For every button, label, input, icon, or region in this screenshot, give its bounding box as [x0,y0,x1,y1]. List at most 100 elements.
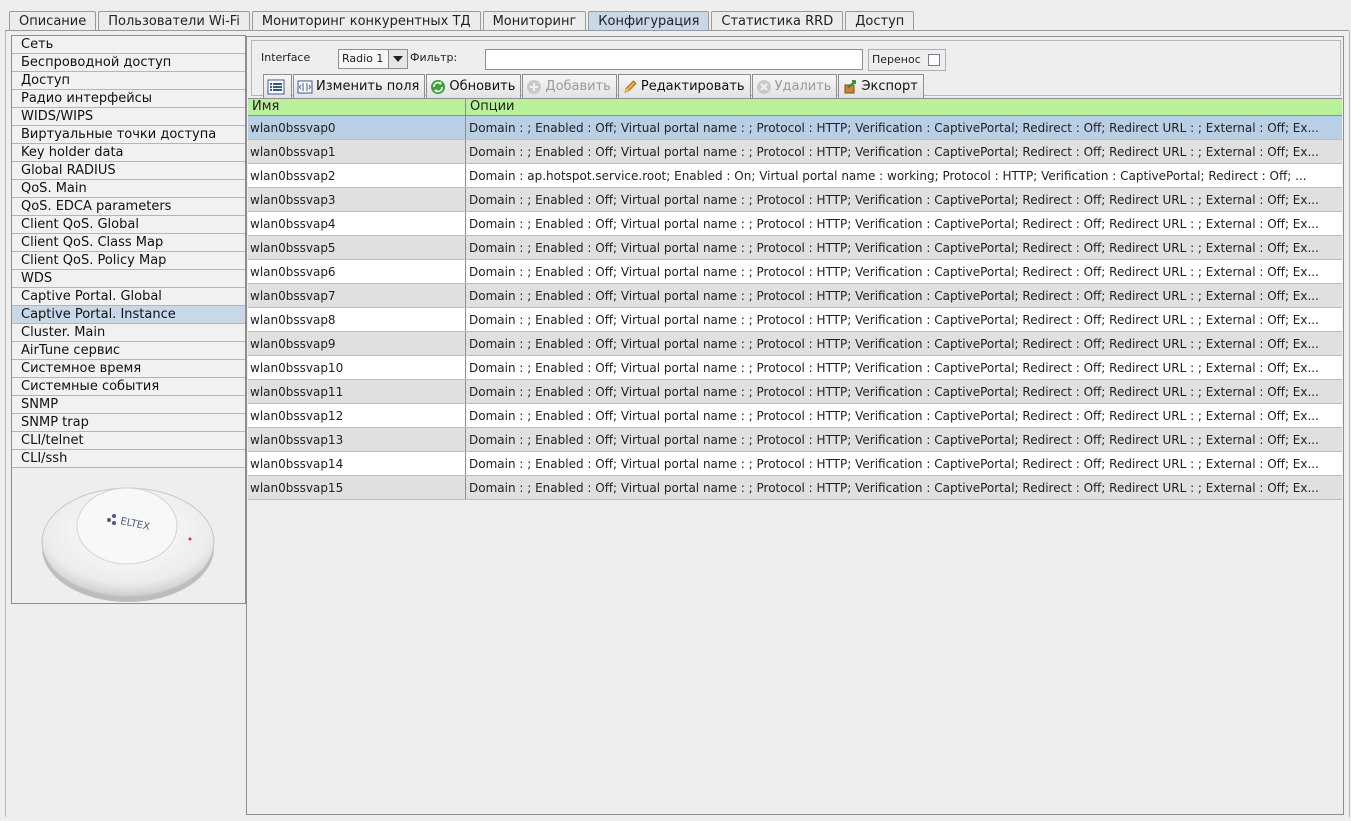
table-row[interactable]: wlan0bssvap6 Domain : ; Enabled : Off; Vi… [248,260,1342,284]
sidebar-item-wireless-access[interactable]: Беспроводной доступ [12,54,245,72]
tab-configuration[interactable]: Конфигурация [588,11,710,30]
sidebar-item-airtune[interactable]: AirTune сервис [12,342,245,360]
table-body: wlan0bssvap0 Domain : ; Enabled : Off; Vi… [248,116,1342,500]
table-header: Имя Опции [248,98,1342,116]
sidebar-item-client-qos-policy-map[interactable]: Client QoS. Policy Map [12,252,245,270]
cell-options: Domain : ; Enabled : Off; Virtual portal… [469,457,1319,471]
list-icon [267,79,285,94]
cell-name: wlan0bssvap3 [248,188,466,211]
cell-name: wlan0bssvap12 [248,404,466,427]
interface-select[interactable]: Radio 1 [338,49,408,69]
edit-fields-button[interactable]: Изменить поля [293,74,426,99]
sidebar-item-network[interactable]: Сеть [12,36,245,54]
sidebar-item-system-events[interactable]: Системные события [12,378,245,396]
sidebar-item-virtual-aps[interactable]: Виртуальные точки доступа [12,126,245,144]
tab-monitoring[interactable]: Мониторинг [482,11,587,30]
tab-rogue-ap-monitoring[interactable]: Мониторинг конкурентных ТД [251,11,481,30]
add-icon [527,79,542,94]
sidebar-item-access[interactable]: Доступ [12,72,245,90]
cell-name: wlan0bssvap0 [248,116,466,139]
cell-options: Domain : ; Enabled : Off; Virtual portal… [469,145,1319,159]
add-button[interactable]: Добавить [522,74,617,99]
table-row[interactable]: wlan0bssvap7 Domain : ; Enabled : Off; Vi… [248,284,1342,308]
sidebar-item-radio-interfaces[interactable]: Радио интерфейсы [12,90,245,108]
tab-access[interactable]: Доступ [845,11,915,30]
cell-name: wlan0bssvap7 [248,284,466,307]
cell-options: Domain : ; Enabled : Off; Virtual portal… [469,289,1319,303]
sidebar-item-captive-portal-instance[interactable]: Captive Portal. Instance [12,306,245,324]
sidebar-item-client-qos-class-map[interactable]: Client QoS. Class Map [12,234,245,252]
sidebar-item-qos-edca[interactable]: QoS. EDCA parameters [12,198,245,216]
table-row[interactable]: wlan0bssvap15 Domain : ; Enabled : Off; V… [248,476,1342,500]
table-row[interactable]: wlan0bssvap11 Domain : ; Enabled : Off; V… [248,380,1342,404]
sidebar-item-cli-ssh[interactable]: CLI/ssh [12,450,245,468]
chevron-down-icon[interactable] [388,50,407,68]
cell-name: wlan0bssvap10 [248,356,466,379]
cell-options: Domain : ; Enabled : Off; Virtual portal… [469,337,1319,351]
sidebar-item-system-time[interactable]: Системное время [12,360,245,378]
tab-description[interactable]: Описание [9,11,97,30]
sidebar-item-qos-main[interactable]: QoS. Main [12,180,245,198]
cell-options: Domain : ap.hotspot.service.root; Enable… [469,169,1307,183]
interface-select-value: Radio 1 [342,52,384,65]
table-row[interactable]: wlan0bssvap14 Domain : ; Enabled : Off; V… [248,452,1342,476]
sidebar-item-cluster-main[interactable]: Cluster. Main [12,324,245,342]
table-row[interactable]: wlan0bssvap4 Domain : ; Enabled : Off; Vi… [248,212,1342,236]
cell-name: wlan0bssvap11 [248,380,466,403]
sidebar-item-wds[interactable]: WDS [12,270,245,288]
cell-name: wlan0bssvap4 [248,212,466,235]
cell-options: Domain : ; Enabled : Off; Virtual portal… [469,265,1319,279]
wrap-checkbox[interactable] [928,54,940,66]
table-row[interactable]: wlan0bssvap1 Domain : ; Enabled : Off; Vi… [248,140,1342,164]
tab-rrd-statistics[interactable]: Статистика RRD [711,11,844,30]
table-row[interactable]: wlan0bssvap0 Domain : ; Enabled : Off; Vi… [248,116,1342,140]
column-header-name[interactable]: Имя [248,99,466,115]
column-header-options[interactable]: Опции [466,99,1342,115]
refresh-label: Обновить [449,79,516,94]
cell-name: wlan0bssvap2 [248,164,466,187]
filter-input[interactable] [485,49,863,70]
interface-label: Interface [261,51,311,64]
table-row[interactable]: wlan0bssvap13 Domain : ; Enabled : Off; V… [248,428,1342,452]
sidebar-item-wids-wips[interactable]: WIDS/WIPS [12,108,245,126]
sidebar-item-snmp-trap[interactable]: SNMP trap [12,414,245,432]
table-row[interactable]: wlan0bssvap9 Domain : ; Enabled : Off; Vi… [248,332,1342,356]
tabs-divider [5,30,1349,31]
edit-button[interactable]: Редактировать [617,74,751,99]
cell-name: wlan0bssvap5 [248,236,466,259]
cell-options: Domain : ; Enabled : Off; Virtual portal… [469,409,1319,423]
sidebar-item-cli-telnet[interactable]: CLI/telnet [12,432,245,450]
sidebar-item-captive-portal-global[interactable]: Captive Portal. Global [12,288,245,306]
wrap-label: Перенос [872,53,921,66]
list-view-button[interactable] [263,74,292,99]
delete-button[interactable]: Удалить [751,74,838,99]
pencil-icon [624,79,637,93]
cell-options: Domain : ; Enabled : Off; Virtual portal… [469,241,1319,255]
captive-portal-instance-table: Имя Опции wlan0bssvap0 Domain : ; Enabled… [248,98,1342,500]
cell-name: wlan0bssvap9 [248,332,466,355]
table-row[interactable]: wlan0bssvap12 Domain : ; Enabled : Off; V… [248,404,1342,428]
edit-fields-label: Изменить поля [316,79,420,94]
table-row[interactable]: wlan0bssvap10 Domain : ; Enabled : Off; V… [248,356,1342,380]
sidebar-item-snmp[interactable]: SNMP [12,396,245,414]
table-row[interactable]: wlan0bssvap3 Domain : ; Enabled : Off; Vi… [248,188,1342,212]
sidebar-item-client-qos-global[interactable]: Client QoS. Global [12,216,245,234]
cell-options: Domain : ; Enabled : Off; Virtual portal… [469,313,1319,327]
refresh-button[interactable]: Обновить [426,74,522,99]
export-button[interactable]: Экспорт [838,74,924,99]
sidebar-item-key-holder[interactable]: Key holder data [12,144,245,162]
wrap-toggle[interactable]: Перенос [868,49,946,71]
cell-name: wlan0bssvap14 [248,452,466,475]
refresh-icon [431,79,446,94]
cell-options: Domain : ; Enabled : Off; Virtual portal… [469,361,1319,375]
main-panel: Interface Radio 1 Фильтр: Перенос Измени… [246,36,1344,815]
table-row[interactable]: wlan0bssvap5 Domain : ; Enabled : Off; Vi… [248,236,1342,260]
export-label: Экспорт [861,79,918,94]
sidebar-item-global-radius[interactable]: Global RADIUS [12,162,245,180]
table-row[interactable]: wlan0bssvap2 Domain : ap.hotspot.service.… [248,164,1342,188]
table-row[interactable]: wlan0bssvap8 Domain : ; Enabled : Off; Vi… [248,308,1342,332]
columns-icon [297,80,313,93]
tab-wifi-users[interactable]: Пользователи Wi-Fi [98,11,250,30]
filter-label: Фильтр: [410,51,458,64]
sidebar: Сеть Беспроводной доступ Доступ Радио ин… [11,35,246,604]
